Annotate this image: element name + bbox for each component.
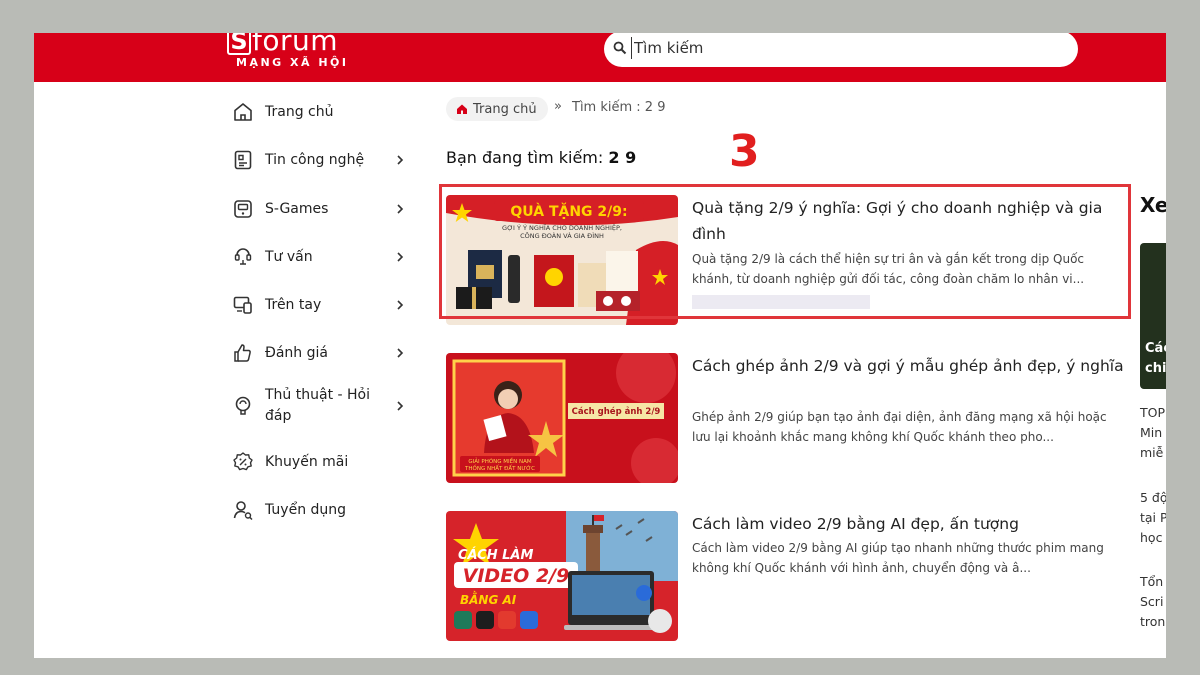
sidebar-item-tech-news[interactable]: Tin công nghệ	[231, 148, 406, 172]
right-column-item[interactable]: 5 độ tại P học	[1140, 488, 1166, 548]
search-result-label: Bạn đang tìm kiếm:	[446, 148, 604, 167]
sidebar-item-consult[interactable]: Tư vấn	[231, 245, 406, 269]
search-result-heading: Bạn đang tìm kiếm: 2 9	[446, 148, 636, 167]
highlight-box	[439, 184, 1131, 319]
sidebar-item-label: S-Games	[265, 200, 329, 217]
article-title[interactable]: Cách làm video 2/9 bằng AI đẹp, ấn tượng	[692, 511, 1132, 537]
chevron-right-icon	[397, 300, 404, 310]
sidebar-item-home[interactable]: Trang chủ	[231, 100, 406, 124]
right-column-item[interactable]: Tổn Scri tron	[1140, 572, 1165, 632]
sidebar-item-promo[interactable]: Khuyến mãi	[231, 450, 406, 474]
right-column-item[interactable]: TOP Min miễ	[1140, 403, 1165, 463]
consult-icon	[234, 248, 252, 265]
sidebar-item-label: Khuyến mãi	[265, 453, 349, 470]
search-bar[interactable]	[604, 33, 1078, 67]
article-item[interactable]: GIẢI PHÓNG MIỀN NAM THỐNG NHẤT ĐẤT NƯỚC …	[446, 353, 1136, 485]
chevron-right-icon	[397, 252, 404, 262]
article-thumbnail[interactable]: CÁCH LÀM VIDEO 2/9 BẰNG AI	[446, 511, 678, 641]
site-header: Sforum MẠNG XÃ HỘI	[34, 33, 1166, 82]
right-column-title: Xe	[1140, 193, 1166, 217]
thumbnail-tag: Cách ghép ảnh 2/9	[572, 406, 661, 417]
article-item[interactable]: CÁCH LÀM VIDEO 2/9 BẰNG AI Cách làm vide…	[446, 511, 1136, 643]
article-description: Cách làm video 2/9 bằng AI giúp tạo nhan…	[692, 541, 1104, 575]
sidebar-item-s-games[interactable]: S-Games	[231, 197, 406, 221]
article-description: Ghép ảnh 2/9 giúp bạn tạo ảnh đại diện, …	[692, 410, 1107, 444]
search-input[interactable]	[631, 37, 1061, 59]
thumbnail-title: CÁCH LÀM	[458, 547, 533, 563]
chevron-right-icon	[397, 155, 404, 165]
thumbnail-title: VIDEO 2/9	[463, 565, 570, 587]
thumbnail-banner: GIẢI PHÓNG MIỀN NAM	[468, 457, 532, 465]
sidebar-item-label: Tuyển dụng	[265, 501, 347, 518]
sidebar-item-label: Tư vấn	[265, 248, 313, 265]
right-card-title: Các chi	[1145, 341, 1166, 376]
chevron-right-icon	[397, 401, 404, 411]
chevron-right-icon	[397, 348, 404, 358]
browser-viewport: Sforum MẠNG XÃ HỘI Trang chủ Tin công ng…	[34, 33, 1166, 658]
article-thumbnail[interactable]: GIẢI PHÓNG MIỀN NAM THỐNG NHẤT ĐẤT NƯỚC …	[446, 353, 678, 483]
sforum-logo[interactable]: Sforum MẠNG XÃ HỘI	[227, 33, 346, 69]
home-icon	[457, 104, 467, 114]
breadcrumb-home[interactable]: Trang chủ	[446, 97, 548, 121]
sidebar-item-label: Trên tay	[265, 296, 322, 313]
article-title[interactable]: Cách ghép ảnh 2/9 và gợi ý mẫu ghép ảnh …	[692, 353, 1132, 379]
news-icon	[234, 150, 252, 170]
sidebar-item-hands-on[interactable]: Trên tay	[231, 293, 406, 317]
game-icon	[234, 200, 252, 218]
sidebar-item-label: Thủ thuật - Hỏi đáp	[265, 387, 370, 424]
sidebar-item-label: Tin công nghệ	[265, 151, 365, 168]
review-icon	[234, 344, 251, 362]
thumbnail-banner: THỐNG NHẤT ĐẤT NƯỚC	[464, 464, 535, 472]
annotation-number: 3	[729, 126, 760, 177]
sidebar-item-tips[interactable]: Thủ thuật - Hỏi đáp	[231, 385, 406, 427]
chevron-right-icon	[397, 204, 404, 214]
search-icon	[613, 41, 627, 55]
logo-word: forum	[252, 33, 339, 57]
recruit-icon	[233, 501, 253, 521]
sidebar-item-label: Đánh giá	[265, 344, 328, 361]
logo-mark: S	[227, 33, 251, 55]
breadcrumb-home-label: Trang chủ	[473, 101, 537, 117]
hands-on-icon	[233, 296, 252, 314]
thumbnail-subtitle: BẰNG AI	[460, 591, 517, 607]
right-column-featured-card[interactable]: Các chi	[1140, 243, 1166, 389]
promo-icon	[233, 452, 253, 471]
sidebar-item-review[interactable]: Đánh giá	[231, 341, 406, 365]
home-icon	[234, 103, 252, 121]
tips-icon	[235, 396, 251, 415]
sidebar-item-recruit[interactable]: Tuyển dụng	[231, 498, 406, 522]
sidebar-item-label: Trang chủ	[265, 103, 334, 120]
search-result-query: 2 9	[608, 148, 637, 167]
breadcrumb-current: Tìm kiếm : 2 9	[572, 100, 666, 115]
logo-tagline: MẠNG XÃ HỘI	[236, 56, 349, 69]
breadcrumb-separator: »	[554, 99, 562, 114]
